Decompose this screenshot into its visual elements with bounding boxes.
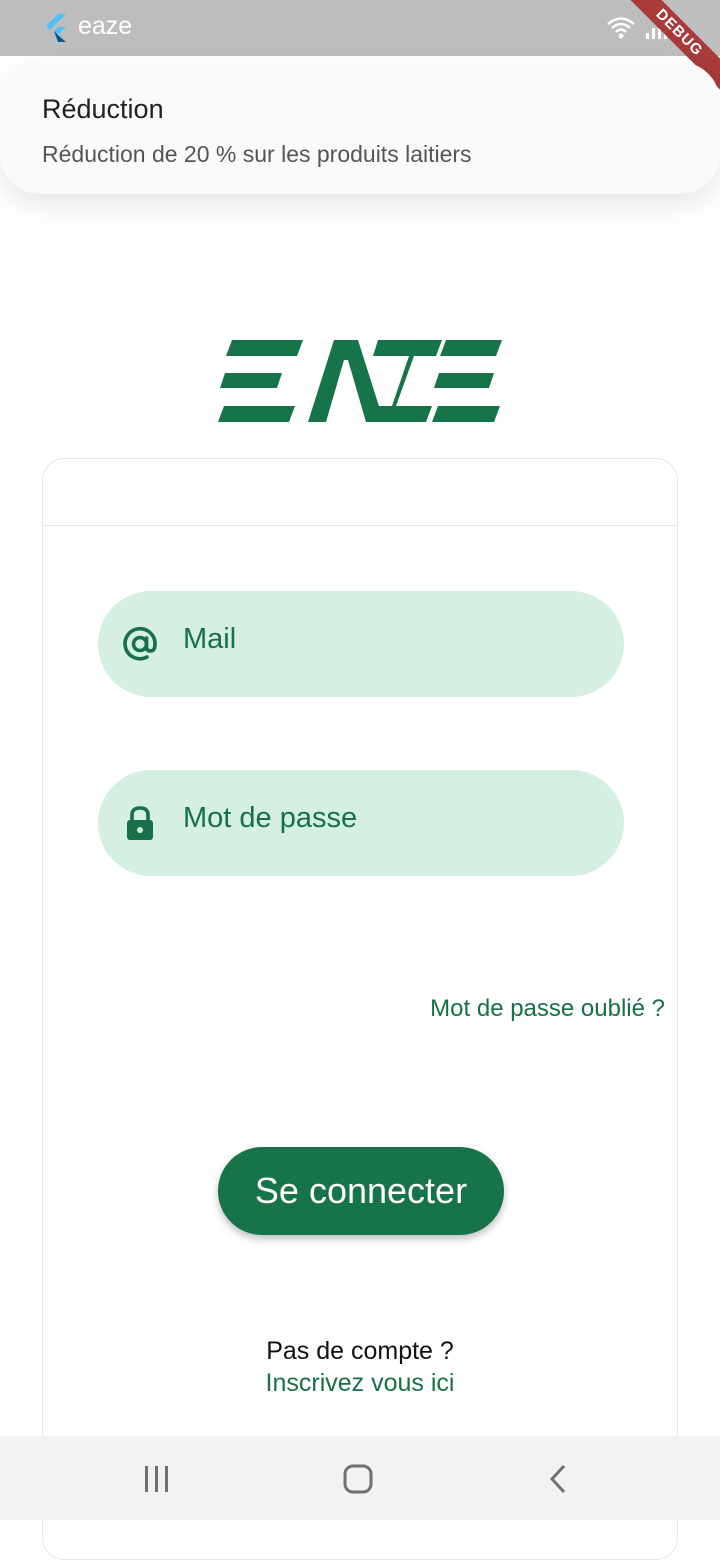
email-field[interactable]: Mail [98,591,624,697]
lock-icon [127,806,153,840]
password-placeholder: Mot de passe [183,802,358,834]
signup-link[interactable]: Inscrivez vous ici [43,1369,677,1398]
app-name: eaze [78,12,133,40]
password-field[interactable]: Mot de passe [98,770,624,876]
home-icon[interactable] [341,1462,375,1496]
forgot-password-link[interactable]: Mot de passe oublié ? [430,995,665,1023]
wifi-icon [607,17,635,39]
login-card: Mail Mot de passe Mot de passe oublié ? … [42,458,678,1560]
back-icon[interactable] [543,1462,577,1496]
status-bar: eaze DEBUG [0,0,720,101]
notification-body: Réduction de 20 % sur les produits laiti… [42,141,472,167]
navigation-bar [0,1436,720,1520]
recent-apps-icon[interactable] [140,1462,174,1496]
notification-title: Réduction [42,94,164,124]
eaze-logo [218,340,502,422]
flutter-icon [46,14,66,42]
at-icon [123,626,157,661]
email-placeholder: Mail [183,623,237,655]
login-button[interactable]: Se connecter [218,1147,504,1235]
no-account-text: Pas de compte ? [266,1337,454,1365]
notification-banner[interactable]: Réduction Réduction de 20 % sur les prod… [0,62,720,194]
card-divider [43,525,677,526]
